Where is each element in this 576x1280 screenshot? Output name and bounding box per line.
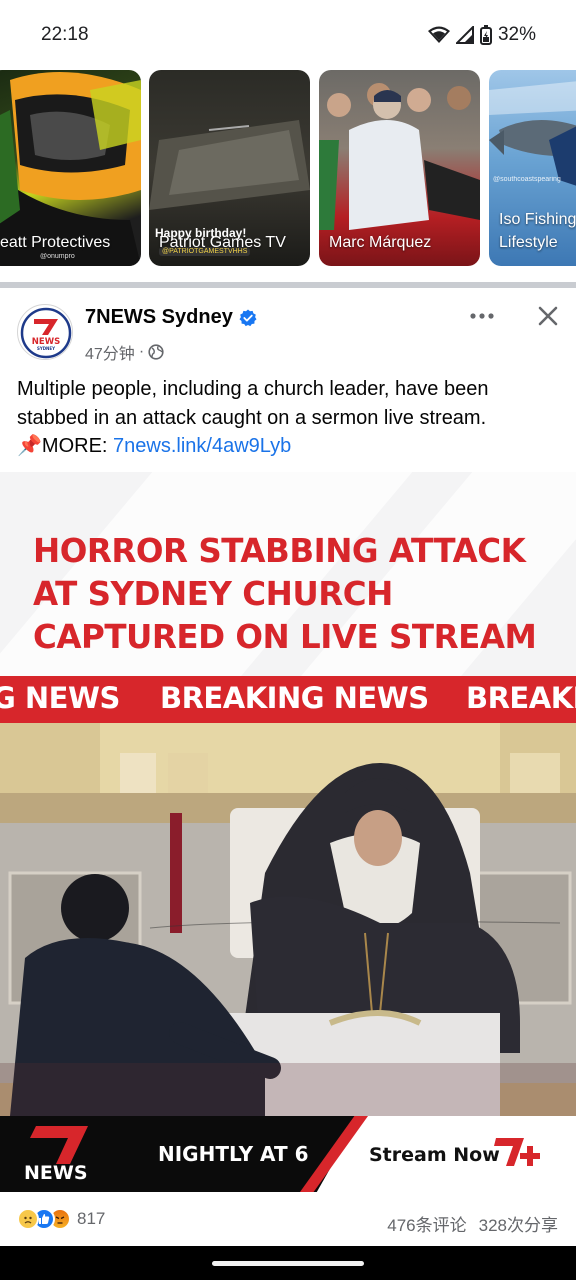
- post-stats: 476条评论 328次分享: [387, 1211, 558, 1236]
- battery-percent: 32%: [497, 24, 536, 45]
- 7news-logo-icon: NEWS SYDNEY: [20, 307, 72, 359]
- ticker-text: G NEWS: [0, 681, 120, 715]
- story-card[interactable]: @southcoastspearing Iso Fishing Lifestyl…: [489, 70, 576, 266]
- meta-separator: ·: [138, 343, 145, 360]
- headline-line2: AT SYDNEY CHURCH: [33, 575, 393, 613]
- battery-icon: [479, 25, 492, 45]
- post-text-line2: stabbed in an attack caught on a sermon …: [17, 406, 487, 429]
- signal-icon: [455, 26, 474, 44]
- story-label: eatt Protectives: [0, 234, 111, 251]
- story-label: Iso Fishing Lifestyle: [499, 208, 576, 254]
- page-name-row: 7NEWS Sydney: [85, 306, 257, 329]
- post-time[interactable]: 47分钟: [85, 340, 135, 364]
- verified-badge-icon: [239, 309, 257, 326]
- post-meta: 47分钟 ·: [85, 340, 164, 364]
- status-icons: 32%: [427, 24, 536, 46]
- ticker-text: BREAKI: [466, 681, 576, 715]
- comments-count[interactable]: 476条评论: [387, 1211, 466, 1236]
- page-avatar[interactable]: NEWS SYDNEY: [17, 304, 73, 360]
- story-label: Patriot Games TV: [159, 234, 286, 251]
- story-tag: @onumpro: [40, 253, 75, 260]
- headline-panel: HORROR STABBING ATTACK AT SYDNEY CHURCH …: [0, 472, 576, 676]
- breaking-news-ticker: G NEWS BREAKING NEWS BREAKI: [0, 676, 576, 723]
- feed-divider: [0, 282, 576, 288]
- story-label-line1: Iso Fishing: [499, 211, 576, 228]
- story-card[interactable]: Marc Márquez: [319, 70, 480, 266]
- story-card[interactable]: Happy birthday! @PATRIOTGAMESTVHHS Patri…: [149, 70, 310, 266]
- stream-now-text: Stream Now: [369, 1144, 500, 1166]
- story-tag: @southcoastspearing: [493, 176, 561, 183]
- page-name[interactable]: 7NEWS Sydney: [85, 306, 233, 329]
- live-stream-frame: [0, 723, 576, 1116]
- 7plus-logo-icon: [494, 1138, 540, 1166]
- brand-news-text: NEWS: [24, 1162, 88, 1184]
- ticker-text: BREAKING NEWS: [160, 681, 429, 715]
- system-nav-bar: [0, 1246, 576, 1280]
- hide-post-button[interactable]: [532, 300, 564, 332]
- more-horizontal-icon: [470, 313, 494, 319]
- sad-reaction-icon: [17, 1208, 39, 1230]
- post-text-line1: Multiple people, including a church lead…: [17, 378, 489, 400]
- close-icon: [538, 306, 558, 326]
- story-label-line2: Lifestyle: [499, 234, 558, 251]
- status-time: 22:18: [41, 24, 89, 45]
- more-options-button[interactable]: [466, 300, 498, 332]
- church-scene-image: [0, 723, 576, 1116]
- post-text: Multiple people, including a church lead…: [17, 375, 562, 461]
- post-image[interactable]: HORROR STABBING ATTACK AT SYDNEY CHURCH …: [0, 472, 576, 1192]
- post-text-more: 📌MORE:: [17, 435, 114, 457]
- headline-line1: HORROR STABBING ATTACK: [33, 532, 526, 570]
- nightly-text: NIGHTLY AT 6: [158, 1142, 309, 1166]
- shares-count[interactable]: 328次分享: [479, 1211, 558, 1236]
- promo-banner: NEWS NIGHTLY AT 6 Stream Now: [0, 1116, 576, 1192]
- reaction-count: 817: [77, 1209, 106, 1228]
- image-headline: HORROR STABBING ATTACK AT SYDNEY CHURCH …: [33, 530, 573, 659]
- stories-row: @onumpro eatt Protectives Happy birthday…: [0, 70, 576, 270]
- svg-text:SYDNEY: SYDNEY: [37, 346, 55, 351]
- story-label: Marc Márquez: [329, 234, 432, 251]
- wifi-icon: [427, 26, 450, 43]
- home-gesture-handle[interactable]: [212, 1261, 364, 1266]
- globe-icon: [148, 344, 164, 360]
- post-link[interactable]: 7news.link/4aw9Lyb: [113, 435, 291, 457]
- reactions-summary[interactable]: 817: [17, 1208, 105, 1230]
- headline-line3: CAPTURED ON LIVE STREAM: [33, 618, 537, 656]
- story-card[interactable]: @onumpro eatt Protectives: [0, 70, 141, 266]
- status-bar: 22:18 32%: [0, 0, 576, 70]
